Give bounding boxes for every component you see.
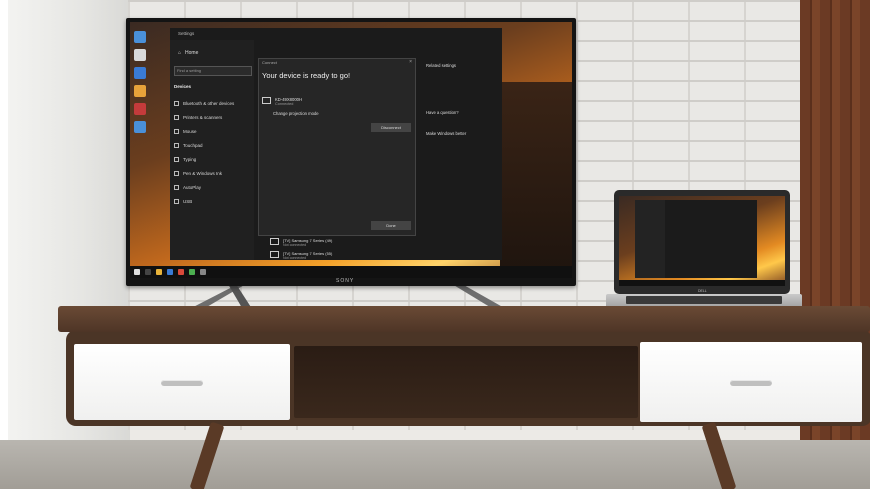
drawer-handle (730, 380, 772, 386)
bluetooth-icon (174, 100, 179, 106)
photo-scene: Settings ⌂ Home Find a setting Devices B… (0, 0, 870, 489)
touchpad-icon (174, 142, 179, 148)
nav-item-autoplay[interactable]: AutoPlay (174, 180, 234, 194)
monitor-icon (270, 238, 279, 245)
app-icon[interactable] (178, 269, 184, 275)
nav-item-typing[interactable]: Typing (174, 152, 234, 166)
nav-section-label: Devices (174, 84, 192, 89)
device-status: Connected (275, 102, 294, 106)
file-explorer-icon[interactable] (156, 269, 162, 275)
image-border (0, 0, 8, 489)
drawer-right (640, 342, 862, 422)
desktop-app-icon[interactable] (134, 67, 146, 79)
television: Settings ⌂ Home Find a setting Devices B… (126, 18, 576, 286)
laptop-settings-window (635, 200, 757, 278)
recycle-bin-icon[interactable] (134, 31, 146, 43)
desktop-app-icon[interactable] (134, 85, 146, 97)
settings-search-input[interactable]: Find a setting (174, 66, 252, 76)
device-list: [TV] Samsung 7 Series (49) Not connected … (270, 238, 332, 264)
desktop-app-icon[interactable] (134, 103, 146, 115)
laptop-brand-logo: DELL (698, 289, 707, 293)
tv-console-table (58, 306, 870, 428)
desktop-icons (132, 28, 152, 139)
laptop: DELL (606, 190, 802, 324)
tv-screen: Settings ⌂ Home Find a setting Devices B… (130, 22, 572, 278)
related-panel: Related settings Have a question? Make W… (426, 52, 500, 137)
laptop-screen (619, 196, 785, 286)
floor (0, 440, 870, 489)
done-button[interactable]: Done (371, 221, 411, 230)
nav-item-printers[interactable]: Printers & scanners (174, 110, 234, 124)
monitor-icon (262, 97, 271, 104)
printer-icon (174, 114, 179, 120)
disconnect-button[interactable]: Disconnect (371, 123, 411, 132)
home-icon: ⌂ (178, 50, 182, 56)
list-item[interactable]: [TV] Samsung 7 Series (49) Not connected (270, 238, 332, 247)
console-top (58, 306, 870, 332)
settings-window: Settings ⌂ Home Find a setting Devices B… (170, 28, 502, 260)
nav-item-mouse[interactable]: Mouse (174, 124, 234, 138)
nav-home-label: Home (185, 50, 199, 56)
nav-item-usb[interactable]: USB (174, 194, 234, 208)
close-icon[interactable]: × (409, 59, 412, 65)
nav-item-pen[interactable]: Pen & Windows Ink (174, 166, 234, 180)
list-item[interactable]: [TV] Samsung 7 Series (55) Not connected (270, 251, 332, 260)
laptop-taskbar (619, 280, 785, 286)
edge-icon[interactable] (167, 269, 173, 275)
search-icon[interactable] (145, 269, 151, 275)
related-settings-heading: Related settings (426, 63, 457, 68)
usb-icon (174, 198, 179, 204)
autoplay-icon (174, 184, 179, 190)
settings-nav: ⌂ Home Find a setting Devices Bluetooth … (170, 40, 254, 260)
tv-brand-logo: SONY (336, 278, 355, 284)
nav-list: Bluetooth & other devices Printers & sca… (174, 96, 234, 208)
laptop-settings-nav (635, 200, 665, 278)
wallpaper-building (500, 82, 572, 278)
console-open-shelf (294, 346, 638, 418)
keyboard-icon (174, 156, 179, 162)
nav-item-touchpad[interactable]: Touchpad (174, 138, 234, 152)
drawer-handle (161, 380, 203, 386)
settings-title: Settings (178, 31, 195, 36)
connected-device[interactable]: KD-49X8000H Connected (262, 97, 302, 106)
desktop-app-icon[interactable] (134, 49, 146, 61)
monitor-icon (270, 251, 279, 258)
nav-home[interactable]: ⌂ Home (178, 50, 198, 56)
mouse-icon (174, 128, 179, 134)
dialog-heading: Your device is ready to go! (262, 71, 351, 80)
drawer-left (74, 344, 290, 420)
desktop-app-icon[interactable] (134, 121, 146, 133)
start-icon[interactable] (134, 269, 140, 275)
question-heading: Have a question? (426, 110, 459, 115)
connect-dialog: Connect × Your device is ready to go! KD… (258, 58, 416, 236)
feedback-heading: Make Windows better (426, 131, 467, 136)
nav-item-bluetooth[interactable]: Bluetooth & other devices (174, 96, 234, 110)
pen-icon (174, 170, 179, 176)
dialog-title: Connect (262, 60, 277, 65)
laptop-keyboard (626, 296, 782, 304)
projection-mode-link[interactable]: Change projection mode (273, 111, 319, 116)
chrome-icon[interactable] (189, 269, 195, 275)
taskbar (130, 266, 572, 278)
settings-gear-icon[interactable] (200, 269, 206, 275)
